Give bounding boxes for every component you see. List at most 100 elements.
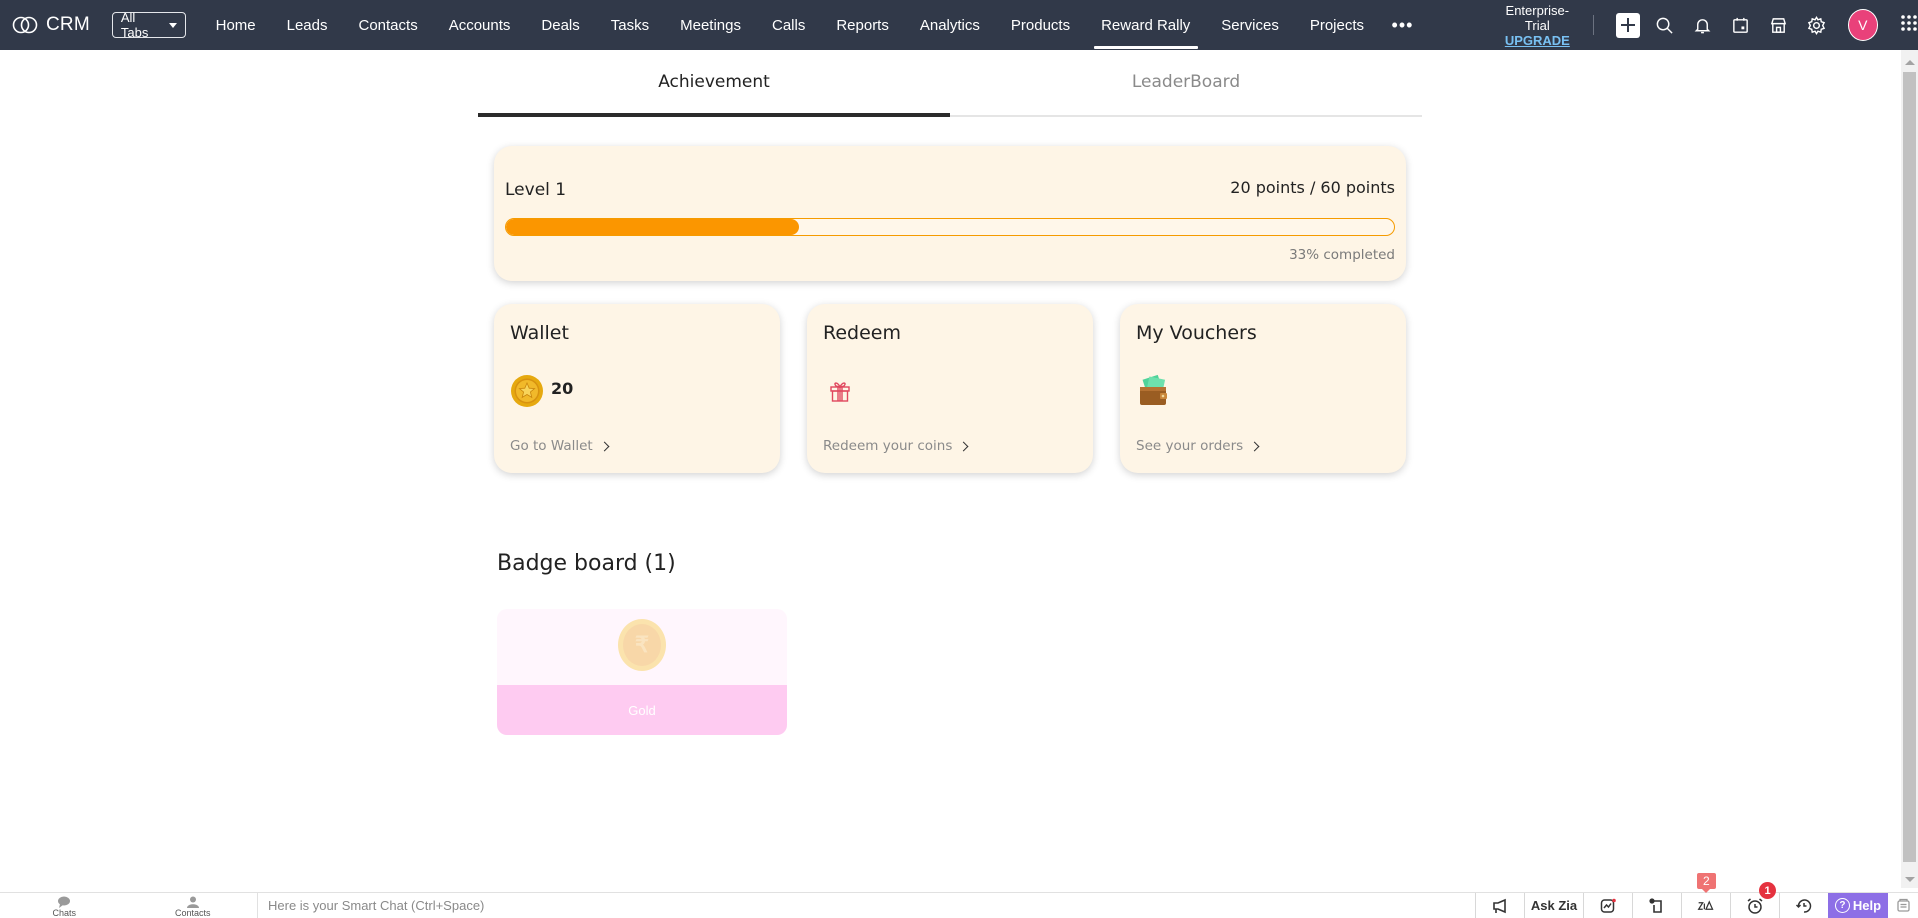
crm-logo[interactable]: CRM	[12, 12, 90, 38]
reward-tabs: Achievement LeaderBoard	[478, 50, 1422, 117]
badge-label: Gold	[497, 685, 787, 735]
badge-board-title: Badge board (1)	[497, 551, 676, 576]
nav-tab-tasks[interactable]: Tasks	[595, 0, 664, 50]
zia-icon	[1697, 899, 1714, 910]
caret-down-icon	[169, 22, 178, 28]
marketplace-icon	[1771, 17, 1787, 33]
go-to-wallet-link[interactable]: Go to Wallet	[510, 438, 610, 454]
more-tabs-button[interactable]: •••	[1380, 0, 1426, 50]
nav-tab-calls[interactable]: Calls	[756, 0, 820, 50]
bottom-bar-left: Chats Contacts	[0, 893, 258, 918]
gear-icon	[1808, 15, 1826, 35]
announcements-button[interactable]	[1475, 893, 1524, 918]
all-tabs-dropdown[interactable]: All Tabs	[111, 10, 187, 40]
recent-items-button[interactable]	[1779, 893, 1828, 918]
calendar-icon	[1733, 17, 1749, 33]
nav-tab-reports[interactable]: Reports	[821, 0, 905, 50]
chat-bubble-icon	[58, 896, 71, 908]
create-new-button[interactable]	[1616, 12, 1640, 38]
history-icon	[1795, 898, 1812, 913]
nav-tab-contacts[interactable]: Contacts	[343, 0, 433, 50]
gift-icon	[823, 374, 857, 408]
chats-button[interactable]: Chats	[0, 893, 129, 918]
top-navigation-bar: CRM All Tabs Home Leads Contacts Account…	[0, 0, 1918, 50]
tab-achievement[interactable]: Achievement	[478, 50, 950, 117]
notifications-button[interactable]	[1684, 0, 1722, 50]
zia-notifications-button[interactable]: 2	[1681, 873, 1730, 918]
notes-icon	[1896, 898, 1910, 912]
bottom-bar-right: Ask Zia 2 1 ? Help	[1475, 873, 1918, 918]
nav-tab-products[interactable]: Products	[995, 0, 1085, 50]
signals-button[interactable]	[1583, 893, 1632, 918]
avatar[interactable]: V	[1847, 9, 1879, 41]
contacts-button[interactable]: Contacts	[129, 893, 258, 918]
chevron-right-icon	[1249, 441, 1260, 452]
wallet-card: Wallet 20 Go to Wallet	[494, 304, 780, 473]
chevron-right-icon	[599, 441, 610, 452]
gold-coin-icon	[510, 374, 544, 408]
apps-grid-icon	[1901, 14, 1917, 31]
chats-label: Chats	[52, 908, 76, 918]
page-scrollbar[interactable]	[1901, 50, 1918, 888]
all-tabs-label: All Tabs	[120, 10, 149, 40]
level-progress-card: Level 1 20 points / 60 points 33% comple…	[494, 146, 1406, 281]
marketplace-button[interactable]	[1760, 0, 1798, 50]
alarm-clock-icon	[1747, 897, 1763, 914]
nav-tab-analytics[interactable]: Analytics	[904, 0, 995, 50]
chart-signal-icon	[1600, 898, 1616, 913]
level-points: 20 points / 60 points	[1230, 178, 1395, 197]
go-to-wallet-label: Go to Wallet	[510, 438, 593, 454]
see-your-orders-link[interactable]: See your orders	[1136, 438, 1260, 454]
level-completed-text: 33% completed	[1289, 247, 1395, 263]
ask-zia-button[interactable]: Ask Zia	[1524, 893, 1583, 918]
my-vouchers-card: My Vouchers See your orders	[1120, 304, 1406, 473]
reminders-button[interactable]: 1	[1730, 882, 1779, 918]
settings-button[interactable]	[1798, 0, 1836, 50]
search-icon	[1657, 17, 1673, 34]
module-tabs: Home Leads Contacts Accounts Deals Tasks…	[200, 0, 1379, 50]
route-icon	[1649, 897, 1662, 913]
nav-tab-meetings[interactable]: Meetings	[665, 0, 757, 50]
vouchers-title: My Vouchers	[1136, 322, 1257, 344]
question-circle-icon: ?	[1834, 898, 1850, 913]
level-progress-bar	[505, 218, 1395, 236]
megaphone-icon	[1493, 898, 1506, 913]
smart-chat-input[interactable]: Here is your Smart Chat (Ctrl+Space)	[258, 893, 1475, 918]
notes-button[interactable]	[1888, 893, 1918, 918]
nav-tab-home[interactable]: Home	[200, 0, 271, 50]
wallet-title: Wallet	[510, 322, 569, 344]
upgrade-link[interactable]: UPGRADE	[1495, 33, 1579, 48]
edition-info: Enterprise-Trial UPGRADE	[1495, 3, 1579, 48]
workflow-button[interactable]	[1632, 893, 1681, 918]
bottom-bar: Chats Contacts Here is your Smart Chat (…	[0, 873, 1918, 918]
nav-tab-leads[interactable]: Leads	[271, 0, 343, 50]
nav-tab-accounts[interactable]: Accounts	[433, 0, 526, 50]
nav-tab-reward-rally[interactable]: Reward Rally	[1086, 0, 1206, 50]
level-title: Level 1	[505, 180, 567, 200]
nav-tab-services[interactable]: Services	[1206, 0, 1295, 50]
person-icon	[186, 896, 199, 908]
search-button[interactable]	[1646, 0, 1684, 50]
plus-icon	[1621, 18, 1636, 32]
help-button[interactable]: ? Help	[1828, 893, 1888, 918]
nav-tab-deals[interactable]: Deals	[526, 0, 595, 50]
edition-label: Enterprise-Trial	[1505, 2, 1570, 33]
wallet-coin-balance: 20	[551, 379, 574, 398]
zoho-logo-icon	[12, 16, 38, 34]
see-your-orders-label: See your orders	[1136, 438, 1244, 454]
redeem-coins-label: Redeem your coins	[823, 438, 953, 454]
scrollbar-thumb[interactable]	[1903, 72, 1916, 862]
tab-leaderboard[interactable]: LeaderBoard	[950, 50, 1422, 115]
divider	[1593, 15, 1595, 35]
scroll-up-arrow-icon[interactable]	[1905, 60, 1915, 65]
zia-notification-count: 2	[1697, 873, 1716, 893]
wallet-cash-icon	[1136, 374, 1170, 408]
contacts-label: Contacts	[174, 908, 211, 918]
redeem-coins-link[interactable]: Redeem your coins	[823, 438, 969, 454]
calendar-button[interactable]	[1722, 0, 1760, 50]
apps-grid-button[interactable]	[1900, 14, 1918, 37]
scroll-down-arrow-icon[interactable]	[1905, 877, 1915, 882]
bell-icon	[1694, 18, 1711, 33]
badge-card-gold[interactable]: ₹ Gold	[497, 609, 787, 735]
nav-tab-projects[interactable]: Projects	[1294, 0, 1379, 50]
